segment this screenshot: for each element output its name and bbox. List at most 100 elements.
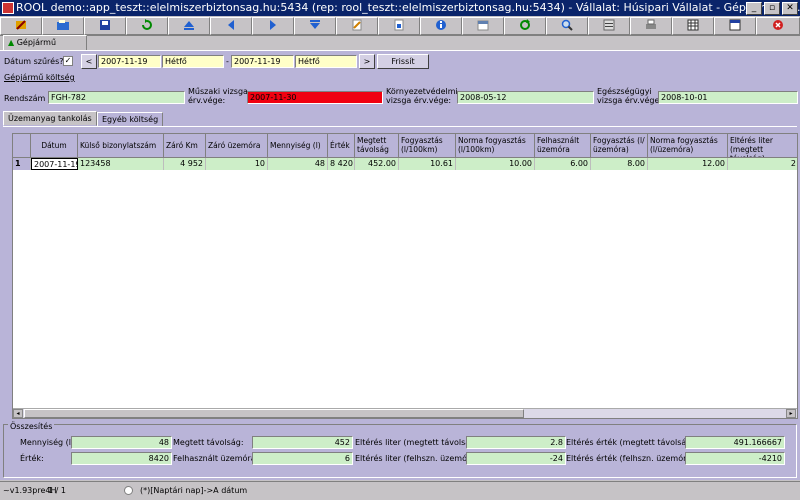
value-value: 8420: [71, 452, 172, 465]
header-cell[interactable]: Norma fogyasztás (l/üzemóra): [648, 134, 728, 158]
health-exam-label: Egészségügyi: [597, 87, 652, 96]
table-cell[interactable]: 2: [728, 158, 797, 170]
calendar-icon[interactable]: [462, 17, 504, 35]
print-icon[interactable]: [630, 17, 672, 35]
summary-title: Összesítés: [8, 422, 55, 431]
window-icon[interactable]: [714, 17, 756, 35]
horizontal-scrollbar[interactable]: ◂ ▸: [13, 408, 797, 418]
header-cell[interactable]: Külső bizonylatszám: [78, 134, 164, 158]
tab-other-costs[interactable]: Egyéb költség: [97, 112, 164, 127]
header-cell[interactable]: Fogyasztás (l/üzemóra): [591, 134, 648, 158]
refresh-icon[interactable]: [126, 17, 168, 35]
tech-exam-label-2: érv.vége:: [188, 96, 226, 105]
diff-value-distance-label: Eltérés érték (megtett távolság):: [566, 438, 698, 447]
table-cell[interactable]: 123458: [78, 158, 164, 170]
table-cell[interactable]: 48: [268, 158, 328, 170]
header-cell[interactable]: Dátum: [31, 134, 78, 158]
row-number[interactable]: 1: [13, 158, 31, 170]
hours-value: 6: [252, 452, 353, 465]
table-cell[interactable]: 8.00: [591, 158, 648, 170]
exit-icon[interactable]: [756, 17, 800, 35]
table-cell[interactable]: 8 420: [328, 158, 355, 170]
table-cell[interactable]: 6.00: [535, 158, 591, 170]
table-cell[interactable]: 12.00: [648, 158, 728, 170]
table-cell[interactable]: 4 952: [164, 158, 206, 170]
env-exam-label: Környezetvédelmi: [386, 87, 458, 96]
last-icon[interactable]: [294, 17, 336, 35]
header-cell[interactable]: Érték: [328, 134, 355, 158]
next-date-button[interactable]: >: [359, 54, 375, 69]
date-filter-checkbox[interactable]: ✓: [63, 56, 73, 66]
table-cell[interactable]: 10.00: [456, 158, 535, 170]
plate-field[interactable]: FGH-782: [48, 91, 185, 104]
table-cell[interactable]: 452.00: [355, 158, 399, 170]
open-icon[interactable]: [42, 17, 84, 35]
note-icon[interactable]: [336, 17, 378, 35]
search-icon[interactable]: [546, 17, 588, 35]
header-cell[interactable]: Fogyasztás (l/100km): [399, 134, 456, 158]
header-cell[interactable]: Megtett távolság: [355, 134, 399, 158]
next-icon[interactable]: [252, 17, 294, 35]
date-filter-label: Dátum szűrés?: [4, 57, 64, 66]
refresh-button[interactable]: Frissít: [377, 54, 429, 69]
header-cell[interactable]: Eltérés liter (megtett távolság): [728, 134, 797, 158]
qty-value: 48: [71, 436, 172, 449]
header-cell[interactable]: Norma fogyasztás (l/100km): [456, 134, 535, 158]
first-icon[interactable]: [168, 17, 210, 35]
env-exam-date[interactable]: 2008-05-12: [457, 91, 594, 104]
close-button[interactable]: ✕: [782, 2, 798, 15]
scroll-left-icon[interactable]: ◂: [13, 409, 23, 418]
delete-icon[interactable]: [378, 17, 420, 35]
table-cell[interactable]: 10.61: [399, 158, 456, 170]
status-bar: ~v1.93pre4H 1 / 1 (*)[Naptári nap]->A dá…: [0, 481, 800, 500]
tech-exam-date[interactable]: 2007-11-30: [247, 91, 383, 104]
row-number-header: [13, 134, 31, 158]
maximize-button[interactable]: ▫: [764, 2, 780, 15]
diff-value-distance-value: 491.166667: [685, 436, 785, 449]
table-cell[interactable]: 2007-11-19: [31, 158, 78, 170]
prev-icon[interactable]: [210, 17, 252, 35]
hours-label: Felhasznált üzemóra:: [173, 454, 259, 463]
tab-fuel[interactable]: Üzemanyag tankolás: [3, 111, 97, 126]
edit-icon[interactable]: [0, 17, 42, 35]
fuel-table: Dátum Külső bizonylatszám Záró Km Záró ü…: [12, 133, 798, 419]
header-cell[interactable]: Záró üzemóra: [206, 134, 268, 158]
tab-arrow-icon: ▲: [8, 38, 15, 47]
table-icon[interactable]: [672, 17, 714, 35]
distance-label: Megtett távolság:: [173, 438, 244, 447]
title-bar: ROOL demo::app_teszt::elelmiszerbiztonsa…: [0, 0, 800, 16]
diff-liter-distance-label: Eltérés liter (megtett távolság):: [355, 438, 482, 447]
table-cell[interactable]: 10: [206, 158, 268, 170]
date-from-input[interactable]: 2007-11-19: [98, 55, 161, 68]
tab-gepjarmu-koltseg[interactable]: ▲ Gépjármű költség: [3, 35, 87, 61]
date-to-input[interactable]: 2007-11-19: [231, 55, 294, 68]
section-link[interactable]: Gépjármű költség: [4, 73, 75, 82]
prev-date-button[interactable]: <: [81, 54, 97, 69]
header-cell[interactable]: Záró Km: [164, 134, 206, 158]
tab-divider: [3, 126, 797, 127]
radio-button[interactable]: [124, 486, 133, 495]
tech-exam-label: Műszaki vizsga: [188, 87, 248, 96]
header-cell[interactable]: Felhasznált üzemóra: [535, 134, 591, 158]
value-label: Érték:: [20, 454, 44, 463]
distance-value: 452: [252, 436, 353, 449]
diff-liter-distance-value: 2.8: [466, 436, 566, 449]
list-icon[interactable]: [588, 17, 630, 35]
save-icon[interactable]: [84, 17, 126, 35]
header-cell[interactable]: Mennyiség (l): [268, 134, 328, 158]
date-range-dash: -: [226, 57, 229, 66]
day-to-input[interactable]: Hétfő: [295, 55, 357, 68]
pager-text: 1 / 1: [48, 486, 66, 495]
scroll-right-icon[interactable]: ▸: [786, 409, 796, 418]
diff-liter-hours-value: -24: [466, 452, 566, 465]
minimize-button[interactable]: _: [746, 2, 762, 15]
day-from-input[interactable]: Hétfő: [162, 55, 224, 68]
plate-label: Rendszám: [4, 94, 46, 103]
summary-group: Összesítés Mennyiség (l): 48 Megtett táv…: [3, 422, 797, 478]
health-exam-date[interactable]: 2008-10-01: [658, 91, 798, 104]
env-exam-label-2: vizsga érv.vége:: [386, 96, 452, 105]
diff-value-hours-label: Eltérés érték (felhszn. üzemóra):: [566, 454, 698, 463]
info-icon[interactable]: [420, 17, 462, 35]
reload-icon[interactable]: [504, 17, 546, 35]
scroll-thumb[interactable]: [24, 409, 524, 418]
